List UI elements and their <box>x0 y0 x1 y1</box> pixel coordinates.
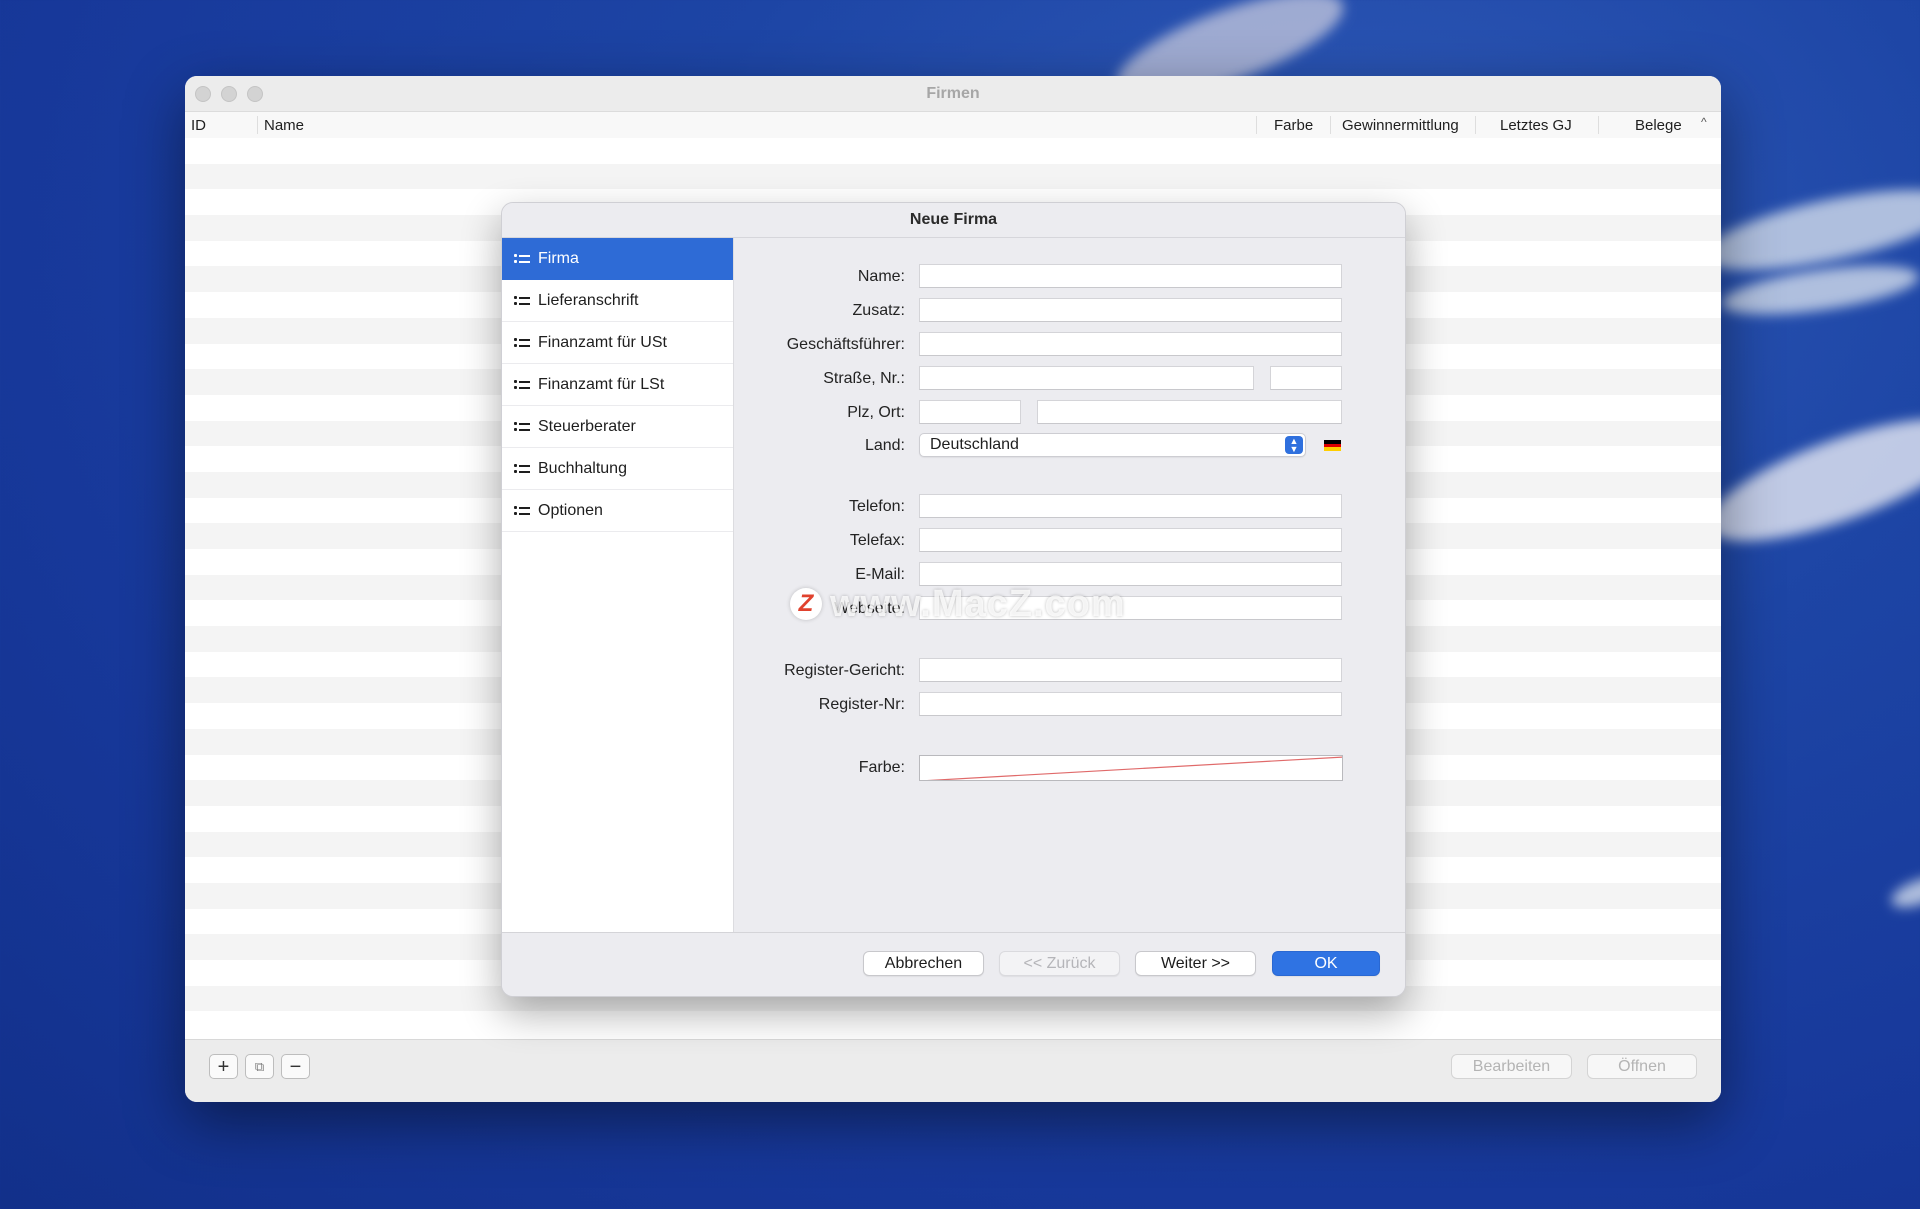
column-header-name[interactable]: Name <box>264 117 304 134</box>
list-icon <box>514 295 532 307</box>
column-separator <box>1256 116 1257 134</box>
plz-field[interactable] <box>919 400 1021 424</box>
name-label: Name: <box>857 268 905 285</box>
sidebar-item-lieferanschrift[interactable]: Lieferanschrift <box>502 280 733 322</box>
sidebar-item-buchhaltung[interactable]: Buchhaltung <box>502 448 733 490</box>
sidebar-item-steuerberater[interactable]: Steuerberater <box>502 406 733 448</box>
register-nr-label: Register-Nr: <box>818 696 905 713</box>
no-color-slash <box>927 756 1342 780</box>
column-header-gewinnermittlung[interactable]: Gewinnermittlung <box>1342 117 1459 134</box>
telefon-label: Telefon: <box>848 498 905 515</box>
remove-button[interactable]: − <box>281 1054 310 1079</box>
register-gericht-field[interactable] <box>919 658 1342 682</box>
email-label: E-Mail: <box>855 566 905 583</box>
land-label: Land: <box>864 437 905 454</box>
add-button[interactable]: + <box>209 1054 238 1079</box>
sidebar-item-finanzamt-ust[interactable]: Finanzamt für USt <box>502 322 733 364</box>
webseite-label: Webseite: <box>834 600 905 617</box>
geschaeftsfuehrer-label: Geschäftsführer: <box>786 336 905 353</box>
duplicate-button[interactable]: ⧉ <box>245 1054 274 1079</box>
table-header: ID Name Farbe Gewinnermittlung Letztes G… <box>185 112 1721 139</box>
table-row[interactable] <box>185 138 1721 164</box>
back-button[interactable]: << Zurück <box>999 951 1120 976</box>
new-company-sheet: Neue Firma Firma Lieferanschrift Finanza… <box>501 202 1406 997</box>
sheet-sidebar: Firma Lieferanschrift Finanzamt für USt … <box>502 238 734 932</box>
telefon-field[interactable] <box>919 494 1342 518</box>
column-separator <box>1598 116 1599 134</box>
land-select[interactable]: Deutschland ▲ ▼ <box>919 433 1306 457</box>
window-title: Firmen <box>926 85 980 102</box>
sidebar-item-label: Optionen <box>538 501 603 519</box>
list-icon <box>514 421 532 433</box>
register-gericht-label: Register-Gericht: <box>784 662 905 679</box>
column-separator <box>1330 116 1331 134</box>
wallpaper-shape <box>1694 394 1920 566</box>
strasse-field[interactable] <box>919 366 1254 390</box>
sidebar-item-label: Buchhaltung <box>538 459 627 477</box>
farbe-label: Farbe: <box>858 759 905 776</box>
sidebar-item-label: Lieferanschrift <box>538 291 639 309</box>
sidebar-item-firma[interactable]: Firma <box>502 238 733 280</box>
cancel-button[interactable]: Abbrechen <box>863 951 984 976</box>
company-form: Name: Zusatz: Geschäftsführer: Straße, N… <box>734 238 1405 932</box>
window-titlebar: Firmen <box>185 76 1721 112</box>
sidebar-item-optionen[interactable]: Optionen <box>502 490 733 532</box>
column-header-id[interactable]: ID <box>191 117 206 134</box>
window-bottom-bar: + ⧉ − Bearbeiten Öffnen <box>185 1039 1721 1102</box>
next-button[interactable]: Weiter >> <box>1135 951 1256 976</box>
geschaeftsfuehrer-field[interactable] <box>919 332 1342 356</box>
column-separator <box>1475 116 1476 134</box>
list-icon <box>514 337 532 349</box>
telefax-label: Telefax: <box>849 532 905 549</box>
open-button[interactable]: Öffnen <box>1587 1054 1697 1079</box>
column-separator <box>257 116 258 134</box>
edit-button[interactable]: Bearbeiten <box>1451 1054 1572 1079</box>
germany-flag-icon <box>1324 440 1341 451</box>
list-icon <box>514 253 532 265</box>
strasse-label: Straße, Nr.: <box>823 370 905 387</box>
hausnummer-field[interactable] <box>1270 366 1342 390</box>
list-icon <box>514 505 532 517</box>
column-header-belege[interactable]: Belege <box>1635 117 1682 134</box>
sidebar-item-label: Finanzamt für USt <box>538 333 667 351</box>
register-nr-field[interactable] <box>919 692 1342 716</box>
sidebar-item-label: Finanzamt für LSt <box>538 375 665 393</box>
sort-ascending-icon: ^ <box>1701 115 1707 129</box>
telefax-field[interactable] <box>919 528 1342 552</box>
ort-field[interactable] <box>1037 400 1342 424</box>
sidebar-item-label: Firma <box>538 249 579 267</box>
email-field[interactable] <box>919 562 1342 586</box>
column-header-letztes-gj[interactable]: Letztes GJ <box>1500 117 1572 134</box>
land-select-value: Deutschland <box>930 436 1019 453</box>
zusatz-field[interactable] <box>919 298 1342 322</box>
plz-ort-label: Plz, Ort: <box>847 404 905 421</box>
ok-button[interactable]: OK <box>1272 951 1380 976</box>
list-icon <box>514 379 532 391</box>
color-well[interactable] <box>919 755 1343 781</box>
wallpaper-shape <box>1887 870 1920 914</box>
sheet-footer: Abbrechen << Zurück Weiter >> OK <box>502 932 1405 996</box>
column-header-farbe[interactable]: Farbe <box>1274 117 1313 134</box>
sidebar-item-label: Steuerberater <box>538 417 636 435</box>
list-icon <box>514 463 532 475</box>
table-row[interactable] <box>185 1011 1721 1038</box>
name-field[interactable] <box>919 264 1342 288</box>
zusatz-label: Zusatz: <box>852 302 905 319</box>
sheet-title: Neue Firma <box>502 203 1405 238</box>
table-row[interactable] <box>185 163 1721 190</box>
sidebar-item-finanzamt-lst[interactable]: Finanzamt für LSt <box>502 364 733 406</box>
chevron-updown-icon: ▲ ▼ <box>1285 436 1303 454</box>
webseite-field[interactable] <box>919 596 1342 620</box>
